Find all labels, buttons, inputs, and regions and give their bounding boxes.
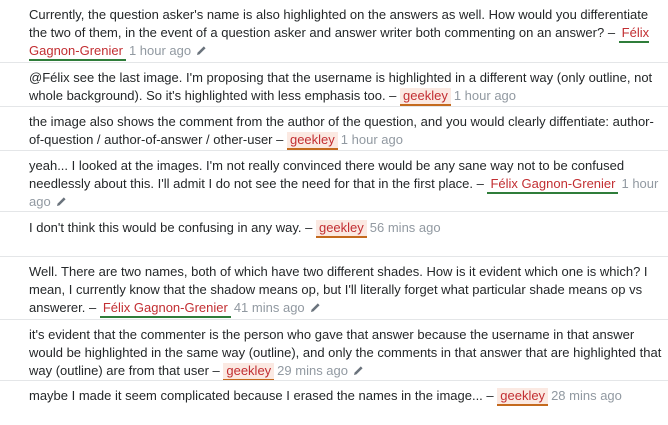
comment-7: it's evident that the commenter is the p…	[0, 319, 668, 381]
comment-text: Currently, the question asker's name is …	[29, 7, 649, 40]
pencil-icon[interactable]	[310, 302, 321, 313]
comments-list: Currently, the question asker's name is …	[0, 0, 668, 425]
comment-6: Well. There are two names, both of which…	[0, 256, 668, 318]
pencil-icon[interactable]	[56, 196, 67, 207]
comment-user-link[interactable]: Félix Gagnon-Grenier	[99, 300, 231, 318]
comment-timestamp: 56 mins ago	[369, 220, 441, 235]
comment-timestamp: 28 mins ago	[551, 388, 622, 403]
comment-user-link[interactable]: geekley	[223, 363, 275, 381]
comment-timestamp: 29 mins ago	[277, 363, 348, 378]
comment-text: @Félix see the last image. I'm proposing…	[29, 70, 653, 103]
comment-text: I don't think this would be confusing in…	[29, 220, 316, 235]
comment-3: the image also shows the comment from th…	[0, 106, 668, 150]
comment-4: yeah... I looked at the images. I'm not …	[0, 150, 668, 211]
comment-timestamp: 41 mins ago	[233, 300, 305, 315]
comment-2: @Félix see the last image. I'm proposing…	[0, 62, 668, 106]
comment-timestamp: 1 hour ago	[128, 43, 192, 58]
comment-1: Currently, the question asker's name is …	[0, 6, 668, 61]
comment-8: maybe I made it seem complicated because…	[0, 380, 668, 406]
comment-user-link[interactable]: geekley	[315, 220, 367, 238]
comment-user-link[interactable]: geekley	[286, 132, 338, 150]
comment-user-link[interactable]: geekley	[497, 388, 549, 406]
comment-user-link[interactable]: Félix Gagnon-Grenier	[487, 176, 619, 194]
pencil-icon[interactable]	[353, 365, 364, 376]
pencil-icon[interactable]	[196, 45, 207, 56]
comment-timestamp: 1 hour ago	[453, 88, 517, 103]
comment-timestamp: 1 hour ago	[340, 132, 403, 147]
comment-5: I don't think this would be confusing in…	[0, 211, 668, 238]
comment-text: maybe I made it seem complicated because…	[29, 388, 498, 403]
comment-user-link[interactable]: geekley	[400, 88, 451, 106]
